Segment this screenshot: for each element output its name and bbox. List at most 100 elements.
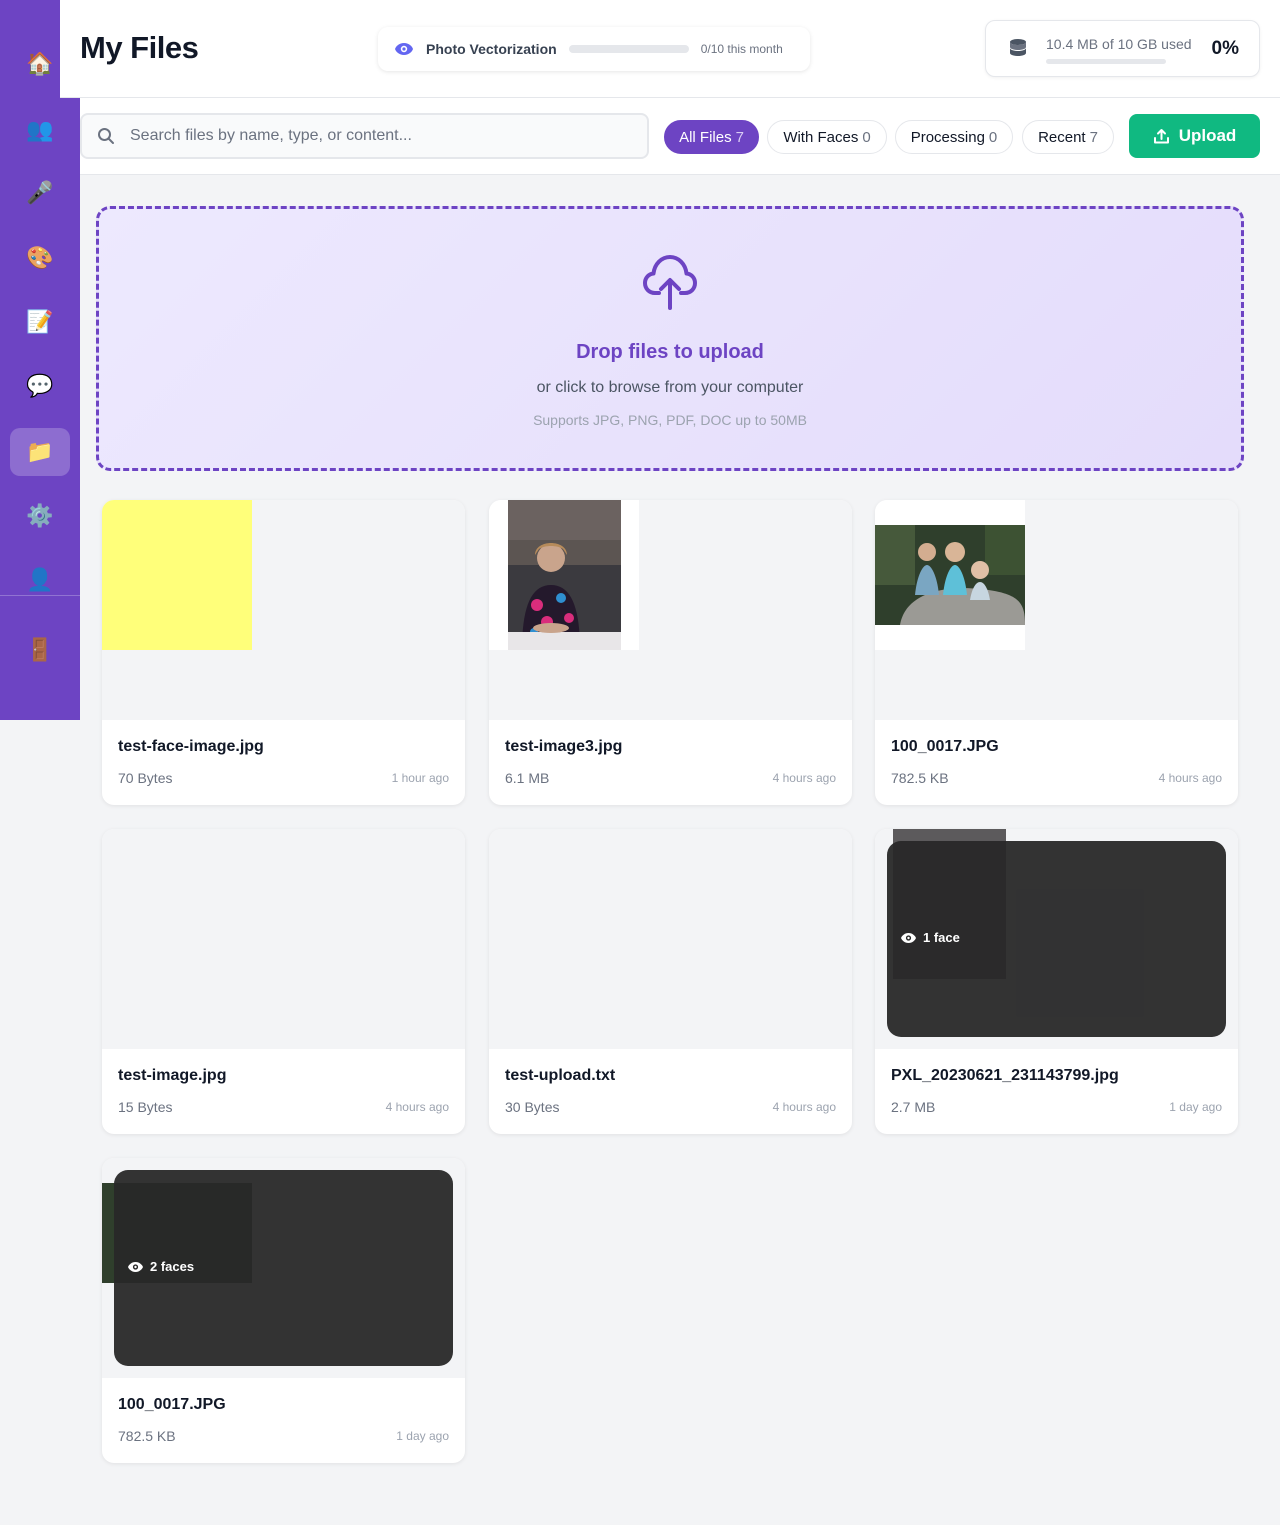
eye-icon (128, 1261, 143, 1272)
filter-processing[interactable]: Processing 0 (895, 120, 1013, 154)
search-icon (97, 127, 115, 150)
thumbnail-image (875, 500, 1025, 650)
file-thumbnail (102, 829, 465, 1049)
storage-percent: 0% (1211, 38, 1239, 59)
sidebar-item-files[interactable]: 📁 (10, 428, 70, 476)
speech-bubble-icon: 💬 (26, 373, 54, 399)
upload-dropzone[interactable]: Drop files to upload or click to browse … (96, 206, 1244, 471)
cloud-upload-icon (642, 251, 698, 316)
upload-button[interactable]: Upload (1129, 114, 1260, 158)
file-name: PXL_20230621_231143799.jpg (891, 1067, 1119, 1084)
sidebar-divider (0, 595, 80, 596)
upload-icon (1153, 128, 1169, 143)
user-icon: 👤 (26, 567, 54, 593)
filter-label: Recent (1038, 128, 1086, 146)
filter-count: 7 (1089, 128, 1098, 146)
sidebar-item-logout[interactable]: 🚪 (10, 626, 70, 674)
vectorization-progress-bar (568, 45, 689, 53)
file-size: 30 Bytes (505, 1099, 560, 1115)
filter-all-files[interactable]: All Files 7 (664, 120, 759, 154)
door-icon: 🚪 (26, 637, 54, 663)
file-time: 4 hours ago (772, 1100, 836, 1114)
filter-label: All Files (679, 128, 732, 146)
file-thumbnail (489, 829, 852, 1049)
file-card[interactable]: test-face-image.jpg 70 Bytes 1 hour ago (102, 500, 465, 805)
file-size: 782.5 KB (891, 770, 949, 786)
sidebar-item-people[interactable]: 👥 (10, 106, 70, 154)
search-input[interactable] (130, 115, 630, 157)
file-card[interactable]: test-upload.txt 30 Bytes 4 hours ago (489, 829, 852, 1134)
face-overlay[interactable]: 1 face (887, 841, 1226, 1037)
gear-icon: ⚙️ (26, 503, 54, 529)
sidebar-item-art[interactable]: 🎨 (10, 234, 70, 282)
dropzone-note: Supports JPG, PNG, PDF, DOC up to 50MB (533, 412, 807, 428)
file-name: test-face-image.jpg (118, 738, 264, 755)
file-card[interactable]: test-image.jpg 15 Bytes 4 hours ago (102, 829, 465, 1134)
memo-icon: 📝 (26, 309, 54, 335)
file-size: 6.1 MB (505, 770, 550, 786)
face-count-badge: 1 face (900, 930, 960, 945)
file-name: test-image.jpg (118, 1067, 227, 1084)
sidebar: 🏠 👥 🎤 🎨 📝 💬 📁 ⚙️ 👤 🚪 (0, 0, 80, 720)
page-title: My Files (80, 30, 199, 65)
house-icon: 🏠 (26, 51, 54, 77)
people-icon: 👥 (26, 117, 54, 143)
filter-label: With Faces (783, 128, 859, 146)
file-time: 4 hours ago (1158, 771, 1222, 785)
sidebar-item-chat[interactable]: 💬 (10, 362, 70, 410)
vectorization-widget: Photo Vectorization 0/10 this month (378, 27, 810, 71)
thumbnail-image (489, 500, 639, 650)
filter-count: 0 (988, 128, 998, 146)
file-time: 1 day ago (1169, 1100, 1222, 1114)
file-thumbnail: 2 faces (102, 1158, 465, 1378)
file-size: 782.5 KB (118, 1428, 176, 1444)
filter-with-faces[interactable]: With Faces 0 (767, 120, 887, 154)
storage-progress-bar (1046, 59, 1166, 64)
filter-recent[interactable]: Recent 7 (1022, 120, 1114, 154)
file-time: 4 hours ago (385, 1100, 449, 1114)
storage-usage-text: 10.4 MB of 10 GB used (1046, 36, 1192, 52)
file-name: 100_0017.JPG (118, 1396, 226, 1413)
file-name: test-upload.txt (505, 1067, 616, 1084)
file-thumbnail (102, 500, 465, 720)
filter-count: 7 (735, 128, 744, 146)
dropzone-subtitle: or click to browse from your computer (536, 379, 804, 396)
file-time: 1 hour ago (391, 771, 449, 785)
eye-icon (901, 932, 916, 943)
file-thumbnail (489, 500, 852, 720)
upload-button-label: Upload (1178, 126, 1237, 145)
sidebar-item-notes[interactable]: 📝 (10, 298, 70, 346)
portrait-photo-icon (508, 500, 621, 650)
file-card[interactable]: 100_0017.JPG 782.5 KB 4 hours ago (875, 500, 1238, 805)
microphone-icon: 🎤 (26, 180, 54, 206)
sidebar-item-profile[interactable]: 👤 (10, 556, 70, 604)
file-size: 70 Bytes (118, 770, 173, 786)
search-box (80, 113, 649, 159)
face-overlay[interactable]: 2 faces (114, 1170, 453, 1366)
vectorization-count: 0/10 this month (700, 42, 783, 56)
filter-count: 0 (862, 128, 871, 146)
file-card[interactable]: 1 face PXL_20230621_231143799.jpg 2.7 MB… (875, 829, 1238, 1134)
file-size: 15 Bytes (118, 1099, 173, 1115)
face-count-badge: 2 faces (127, 1259, 194, 1274)
sidebar-item-settings[interactable]: ⚙️ (10, 492, 70, 540)
sidebar-item-voice[interactable]: 🎤 (10, 169, 70, 217)
landscape-photo-icon (875, 525, 1025, 625)
file-thumbnail (875, 500, 1238, 720)
file-size: 2.7 MB (891, 1099, 936, 1115)
filter-label: Processing (910, 128, 985, 146)
file-time: 1 day ago (396, 1429, 449, 1443)
header: My Files Photo Vectorization 0/10 this m… (60, 0, 1280, 98)
database-icon (1008, 38, 1028, 65)
file-time: 4 hours ago (772, 771, 836, 785)
vectorization-label: Photo Vectorization (426, 41, 557, 57)
palette-icon: 🎨 (26, 245, 54, 271)
face-count-text: 1 face (923, 930, 960, 945)
folder-icon: 📁 (26, 439, 54, 465)
file-name: test-image3.jpg (505, 738, 623, 755)
file-card[interactable]: test-image3.jpg 6.1 MB 4 hours ago (489, 500, 852, 805)
file-card[interactable]: 2 faces 100_0017.JPG 782.5 KB 1 day ago (102, 1158, 465, 1463)
storage-widget: 10.4 MB of 10 GB used 0% (985, 20, 1260, 77)
face-count-text: 2 faces (150, 1259, 195, 1274)
eye-icon (394, 39, 414, 59)
